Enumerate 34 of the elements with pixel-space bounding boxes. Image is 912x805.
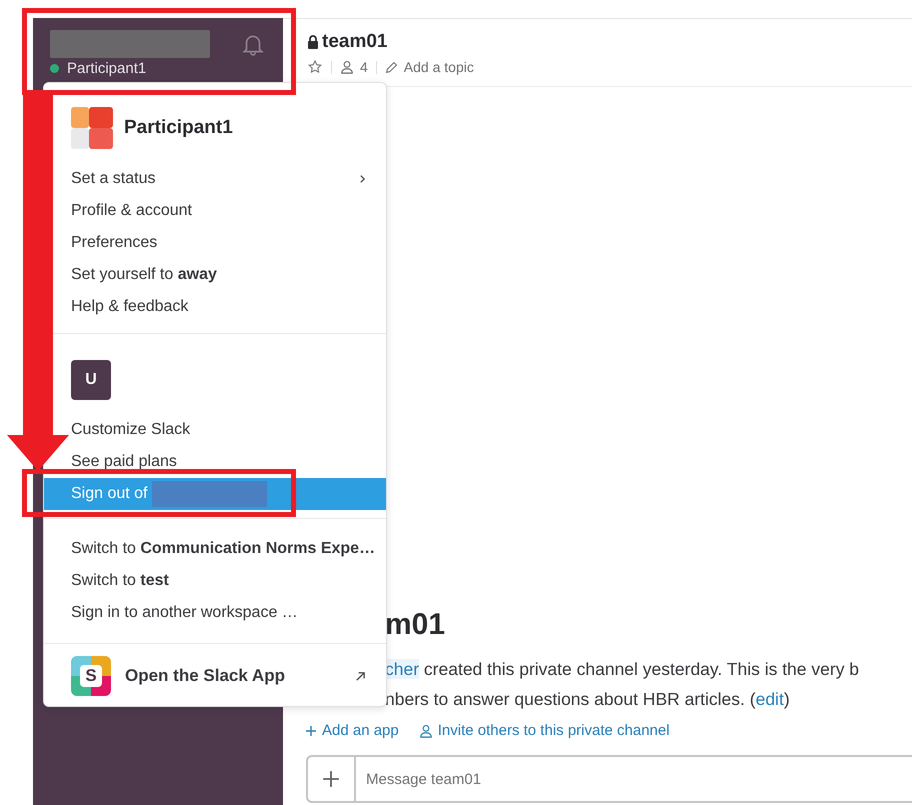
message-field[interactable]: Message team01 <box>306 755 912 803</box>
plus-icon <box>305 724 317 736</box>
channel-heading: m01 <box>385 608 446 642</box>
intro-text: nbers to answer questions about HBR articles. (edit) <box>385 688 791 711</box>
star-icon[interactable] <box>307 59 323 75</box>
avatar-icon <box>71 107 113 149</box>
menu-item[interactable]: Switch to Communication Norms Expe… <box>71 540 376 558</box>
workspace-avatar[interactable]: U <box>71 360 111 400</box>
channel-name: team01 <box>322 31 388 53</box>
invite-link[interactable]: Invite others to this private channel <box>418 722 670 739</box>
menu-item[interactable]: See paid plans <box>71 453 177 471</box>
add-topic-link[interactable]: Add a topic <box>404 59 474 75</box>
menu-item[interactable]: Preferences <box>71 234 158 252</box>
user-name[interactable]: Participant1 <box>67 60 146 77</box>
person-icon <box>418 724 433 738</box>
menu-item[interactable]: Set a status <box>71 170 156 188</box>
member-count[interactable]: 4 <box>360 59 368 75</box>
menu-item[interactable]: Customize Slack <box>71 421 190 439</box>
profile-name: Participant1 <box>124 117 233 139</box>
lock-icon <box>307 35 319 49</box>
menu-item[interactable]: Switch to test <box>71 572 169 590</box>
menu-item[interactable]: Profile & account <box>71 202 192 220</box>
message-input[interactable]: Message team01 <box>356 757 912 801</box>
edit-link[interactable]: edit <box>756 689 784 709</box>
pencil-icon[interactable] <box>384 60 398 74</box>
menu-item[interactable]: Help & feedback <box>71 298 188 316</box>
menu-item[interactable]: Set yourself to away <box>71 266 217 284</box>
person-icon[interactable] <box>340 60 354 74</box>
plus-icon <box>322 770 340 788</box>
menu-item[interactable]: Sign in to another workspace … <box>71 604 298 622</box>
slack-logo: S <box>71 656 111 696</box>
open-app-link[interactable]: Open the Slack App <box>125 666 285 686</box>
external-link-icon <box>355 670 366 682</box>
add-app-link[interactable]: Add an app <box>305 722 399 739</box>
